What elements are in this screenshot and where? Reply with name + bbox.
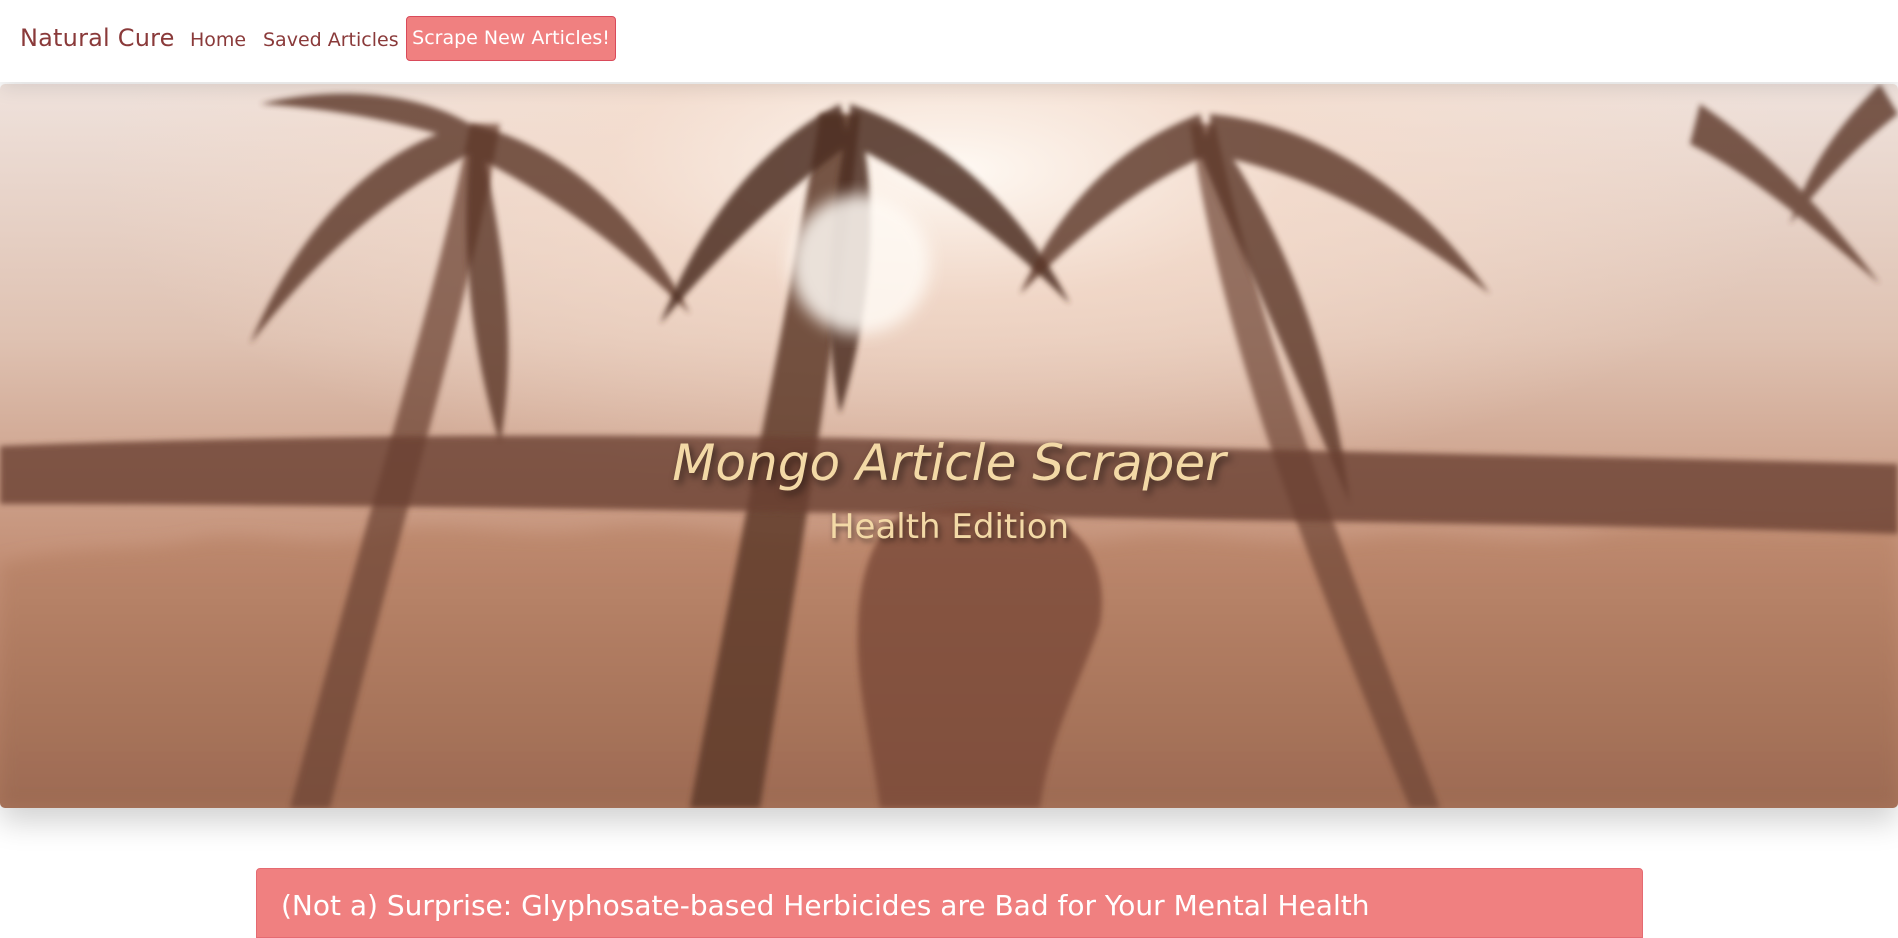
article-title[interactable]: (Not a) Surprise: Glyphosate-based Herbi… bbox=[281, 889, 1369, 922]
scrape-new-articles-button[interactable]: Scrape New Articles! bbox=[406, 16, 616, 61]
hero-title: Mongo Article Scraper bbox=[672, 434, 1226, 492]
article-card: (Not a) Surprise: Glyphosate-based Herbi… bbox=[256, 868, 1643, 938]
hero-subtitle: Health Edition bbox=[828, 507, 1070, 547]
nav-link-home[interactable]: Home bbox=[190, 29, 246, 51]
brand-logo[interactable]: Natural Cure bbox=[20, 24, 175, 52]
navbar: Natural Cure Home Saved Articles Scrape … bbox=[0, 0, 1898, 82]
hero-banner: Mongo Article Scraper Health Edition bbox=[0, 84, 1898, 808]
nav-link-saved-articles[interactable]: Saved Articles bbox=[263, 29, 399, 51]
